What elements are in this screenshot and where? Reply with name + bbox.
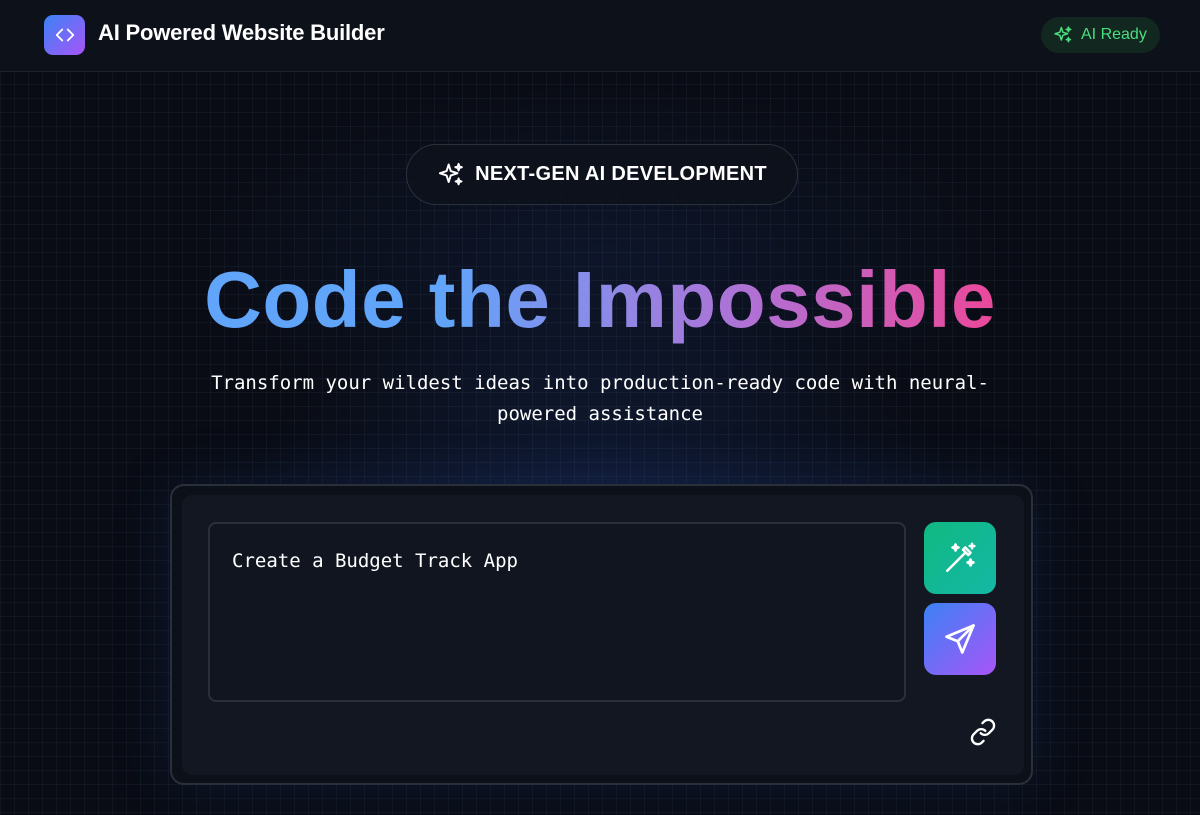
attach-link-button[interactable] (968, 717, 998, 747)
hero-title-text: Code the Impossible (204, 255, 996, 344)
top-header: AI Powered Website Builder AI Ready (0, 0, 1200, 72)
status-label: AI Ready (1081, 26, 1147, 43)
hero-subtitle: Transform your wildest ideas into produc… (211, 372, 989, 425)
send-button[interactable] (924, 603, 996, 675)
prompt-input[interactable]: Create a Budget Track App (208, 522, 906, 702)
page: AI Powered Website Builder AI Ready NEXT… (0, 0, 1200, 815)
app-title: AI Powered Website Builder (98, 20, 385, 45)
prompt-card-inner: Create a Budget Track App (182, 495, 1024, 775)
send-icon (945, 624, 975, 654)
ai-status-badge: AI Ready (1041, 17, 1160, 53)
app-logo[interactable] (44, 15, 85, 55)
prompt-card: Create a Budget Track App (170, 484, 1033, 785)
hero-title: Code the Impossible (0, 252, 1200, 348)
enhance-prompt-button[interactable] (924, 522, 996, 594)
badge-label: NEXT-GEN AI DEVELOPMENT (475, 163, 767, 185)
sparkles-icon (439, 162, 463, 185)
code-brackets-icon (55, 28, 74, 42)
link-icon (970, 718, 996, 746)
sparkles-icon (1054, 26, 1072, 43)
magic-wand-icon (945, 542, 976, 573)
hero-badge: NEXT-GEN AI DEVELOPMENT (406, 144, 798, 205)
